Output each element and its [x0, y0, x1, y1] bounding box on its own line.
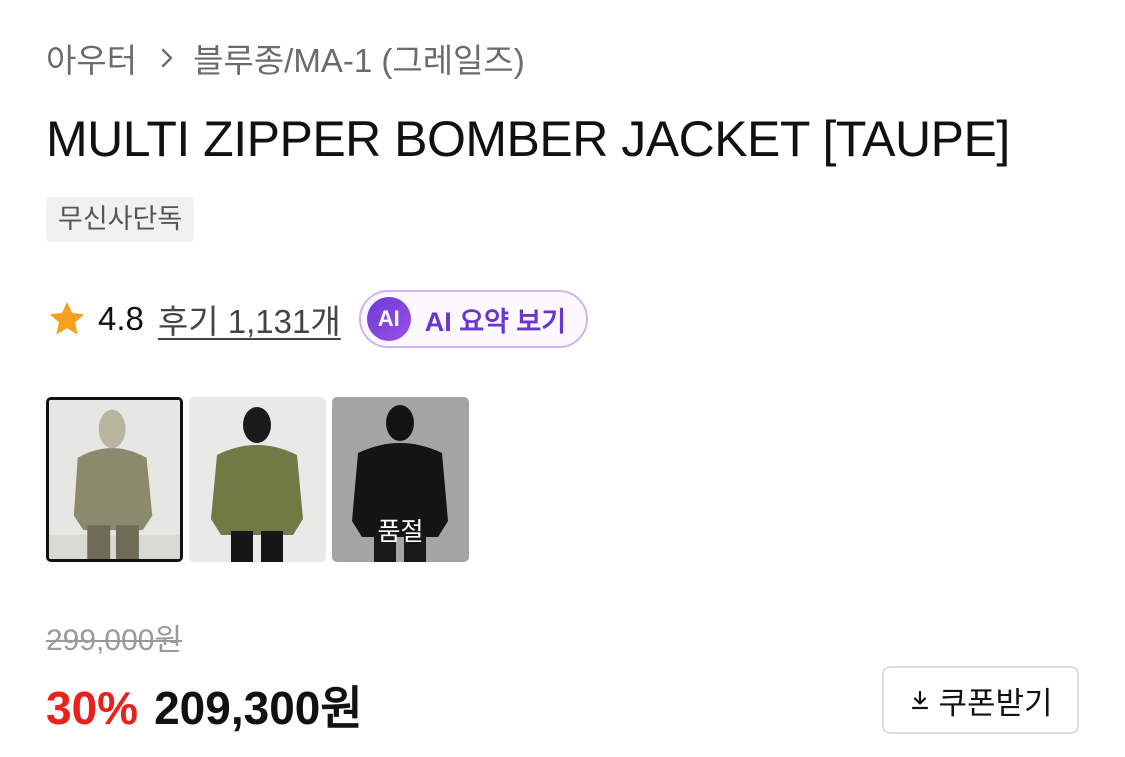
discount-rate: 30%	[46, 682, 139, 734]
product-image-khaki	[189, 397, 326, 562]
original-price: 299,000원	[46, 624, 183, 657]
rating-row: 4.8 후기 1,131개 AI AI 요약 보기	[46, 288, 589, 350]
sold-out-label: 품절	[377, 518, 424, 546]
color-thumbnails: 품절	[46, 397, 469, 562]
download-icon	[912, 690, 929, 710]
review-count-link[interactable]: 후기 1,131개	[158, 295, 341, 343]
sale-price: 209,300원	[154, 682, 363, 734]
thumbnail-taupe[interactable]	[46, 397, 183, 562]
product-image-taupe	[49, 400, 180, 559]
breadcrumb-category[interactable]: 아우터	[46, 34, 137, 82]
exclusive-badge: 무신사단독	[46, 197, 195, 242]
thumbnail-khaki[interactable]	[189, 397, 326, 562]
breadcrumb-subcategory[interactable]: 블루종/MA-1 (그레일즈)	[193, 34, 525, 82]
coupon-label: 쿠폰받기	[938, 685, 1053, 721]
price-row: 30% 209,300원	[46, 672, 363, 738]
sold-out-overlay: 품절	[332, 397, 469, 562]
chevron-right-icon	[161, 48, 173, 68]
rating-value: 4.8	[98, 300, 144, 337]
ai-summary-button[interactable]: AI AI 요약 보기	[358, 290, 589, 348]
coupon-download-button[interactable]: 쿠폰받기	[882, 666, 1079, 734]
star-icon	[49, 301, 85, 335]
thumbnail-black[interactable]: 품절	[332, 397, 469, 562]
ai-icon: AI	[366, 297, 411, 341]
breadcrumb: 아우터 블루종/MA-1 (그레일즈)	[46, 34, 525, 82]
ai-summary-label: AI 요약 보기	[424, 306, 567, 337]
product-title: MULTI ZIPPER BOMBER JACKET [TAUPE]	[46, 111, 1010, 167]
